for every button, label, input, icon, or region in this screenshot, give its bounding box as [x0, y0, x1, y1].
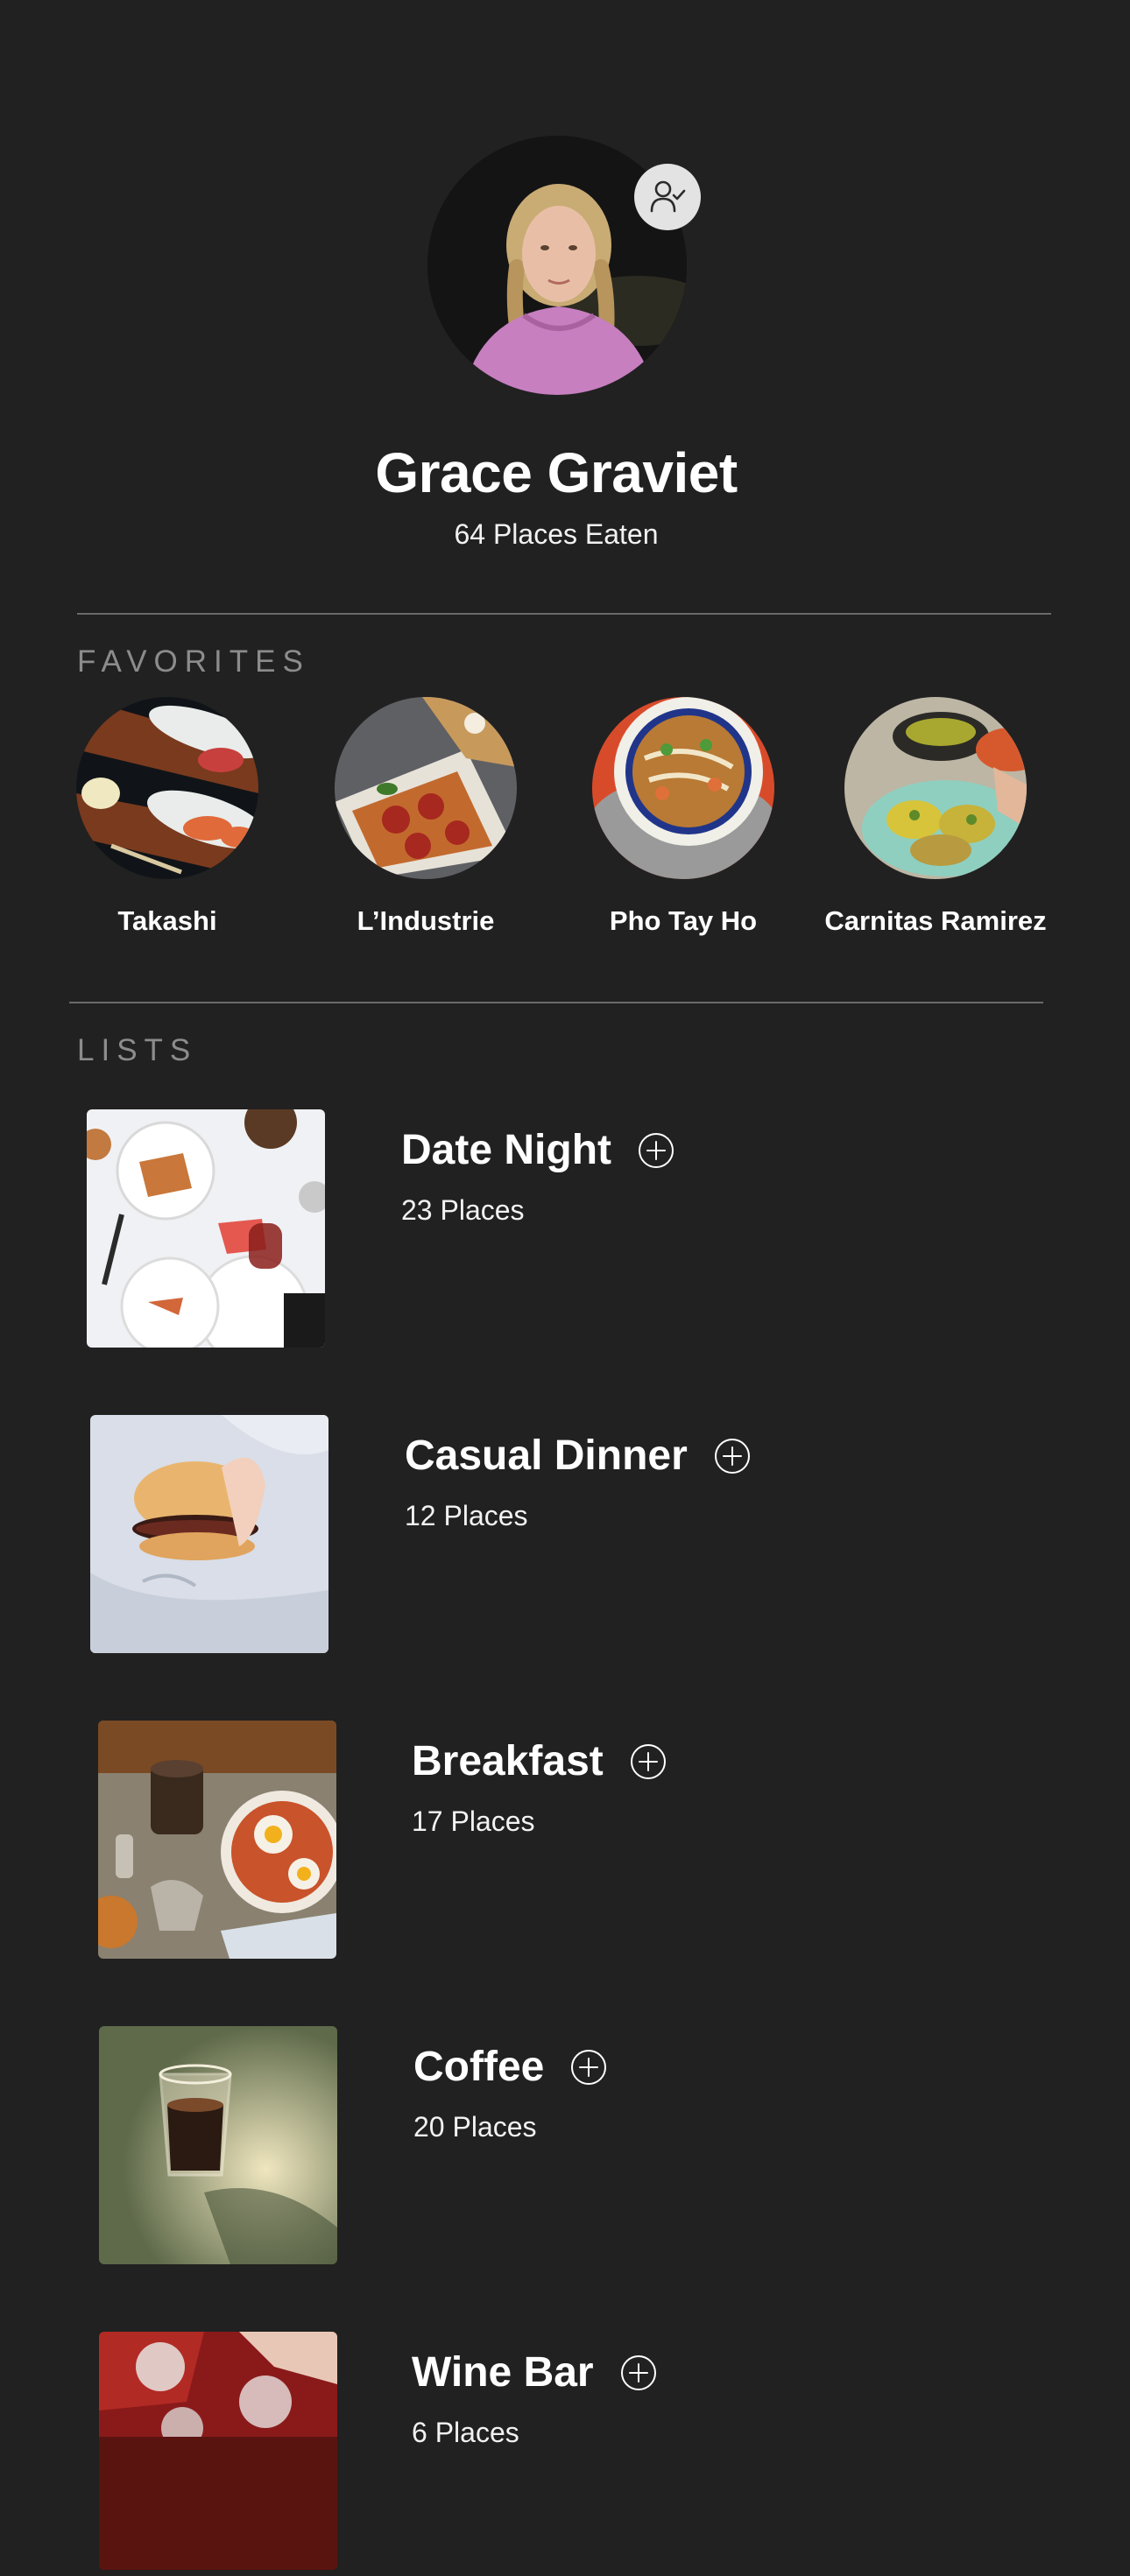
list-place-count: 6 Places	[412, 2417, 519, 2448]
favorite-image	[844, 697, 1027, 879]
list-title: Casual Dinner	[405, 1432, 688, 1479]
list-thumbnail	[87, 1109, 325, 1348]
list-title-row: Casual Dinner	[405, 1432, 751, 1480]
plus-circle-icon	[620, 2354, 656, 2390]
list-title-row: Date Night	[401, 1126, 674, 1174]
add-to-list-button[interactable]	[638, 1132, 674, 1169]
list-place-count: 23 Places	[401, 1194, 525, 1226]
follow-button[interactable]	[634, 164, 701, 230]
list-item-breakfast[interactable]: Breakfast 17 Places	[0, 1720, 1130, 1965]
list-title: Breakfast	[412, 1738, 604, 1784]
favorite-item-takashi[interactable]: Takashi	[36, 697, 299, 937]
list-title-row: Breakfast	[412, 1737, 667, 1785]
favorites-heading: FAVORITES	[77, 644, 310, 679]
list-thumbnail	[90, 1415, 328, 1653]
favorite-name: Takashi	[117, 905, 217, 936]
list-title-row: Coffee	[413, 2043, 607, 2091]
list-title: Coffee	[413, 2044, 545, 2090]
list-title: Wine Bar	[412, 2349, 594, 2396]
section-divider	[77, 613, 1051, 615]
lists-heading: LISTS	[77, 1033, 198, 1067]
list-item-casual-dinner[interactable]: Casual Dinner 12 Places	[0, 1414, 1130, 1659]
list-thumbnail	[99, 2026, 337, 2264]
list-item-coffee[interactable]: Coffee 20 Places	[0, 2025, 1130, 2270]
list-item-wine-bar[interactable]: Wine Bar 6 Places	[0, 2331, 1130, 2576]
plus-circle-icon	[714, 1438, 750, 1474]
favorite-image	[592, 697, 774, 879]
list-thumbnail	[98, 1721, 336, 1959]
favorite-image	[76, 697, 258, 879]
favorite-name: L’Industrie	[357, 905, 495, 936]
list-thumbnail	[99, 2332, 337, 2570]
add-to-list-button[interactable]	[630, 1743, 667, 1780]
list-place-count: 20 Places	[413, 2111, 537, 2143]
list-title-row: Wine Bar	[412, 2348, 657, 2397]
add-to-list-button[interactable]	[620, 2354, 657, 2391]
list-place-count: 12 Places	[405, 1500, 528, 1531]
user-check-icon	[650, 180, 686, 213]
places-eaten-count: 64 Places Eaten	[454, 518, 659, 550]
profile-name: Grace Graviet	[375, 441, 738, 504]
add-to-list-button[interactable]	[714, 1438, 751, 1475]
list-place-count: 17 Places	[412, 1805, 535, 1837]
list-title: Date Night	[401, 1127, 611, 1173]
favorite-item-carnitas-ramirez[interactable]: Carnitas Ramirez	[804, 697, 1067, 937]
plus-circle-icon	[639, 1132, 674, 1168]
favorite-name: Pho Tay Ho	[609, 905, 758, 936]
favorite-name: Carnitas Ramirez	[824, 905, 1047, 936]
favorite-image	[335, 697, 517, 879]
plus-circle-icon	[571, 2049, 607, 2085]
list-item-date-night[interactable]: Date Night 23 Places	[0, 1109, 1130, 1354]
add-to-list-button[interactable]	[570, 2049, 607, 2086]
section-divider	[69, 1002, 1043, 1003]
favorite-item-pho-tay-ho[interactable]: Pho Tay Ho	[552, 697, 815, 937]
plus-circle-icon	[630, 1743, 666, 1779]
favorite-item-lindustrie[interactable]: L’Industrie	[294, 697, 557, 937]
